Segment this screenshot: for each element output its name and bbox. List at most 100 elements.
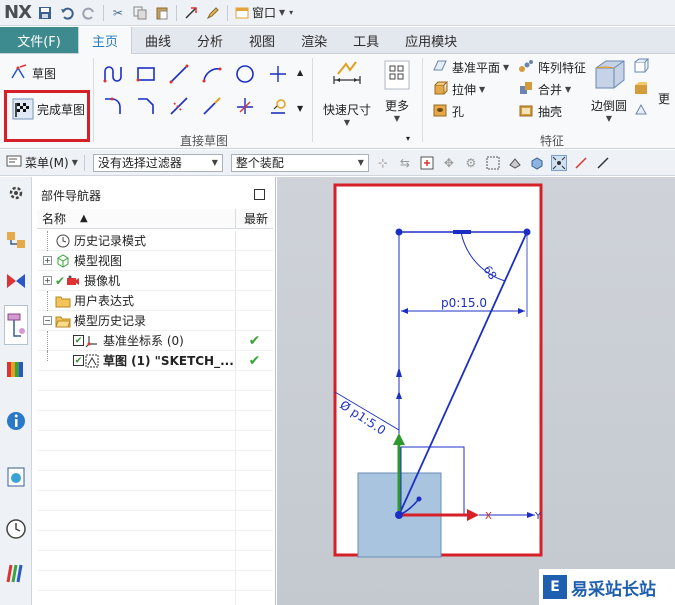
- unite-button[interactable]: 合并 ▼: [518, 80, 571, 99]
- feature-extra-icon-3[interactable]: [633, 102, 649, 118]
- tree-row-cameras[interactable]: + ✔ 摄像机: [37, 271, 273, 291]
- undo-icon[interactable]: [59, 5, 75, 21]
- more-button[interactable]: 更多 ▼: [380, 60, 414, 130]
- menu-button[interactable]: 菜单(M) ▼: [6, 154, 78, 171]
- move-icon[interactable]: ✥: [441, 155, 457, 171]
- extrude-button[interactable]: 拉伸 ▼: [432, 80, 485, 99]
- type-filter-select[interactable]: 没有选择过滤器 ▼: [92, 153, 223, 172]
- expand-icon[interactable]: +: [43, 256, 52, 265]
- visibility-checkbox[interactable]: ✔: [73, 355, 84, 366]
- assembly-navigator-icon[interactable]: [4, 229, 28, 253]
- constraint-navigator-icon[interactable]: [4, 269, 28, 293]
- more-right-label: 更: [658, 92, 671, 106]
- tree-row-datum-csys[interactable]: ✔ 基准坐标系 (0) ✔: [37, 331, 273, 351]
- graphics-window[interactable]: p0:15.0 68 Ø p1:5.0 X Y E 易采站长站: [277, 177, 675, 605]
- tree-row-model-views[interactable]: + 模型视图: [37, 251, 273, 271]
- paste-icon[interactable]: [154, 5, 170, 21]
- tab-applications[interactable]: 应用模块: [392, 27, 470, 53]
- filter-icon[interactable]: ⊹: [375, 155, 391, 171]
- tree-label: 基准坐标系 (0): [103, 334, 184, 348]
- circle-tool[interactable]: [232, 62, 258, 88]
- tab-tools[interactable]: 工具: [340, 27, 392, 53]
- redo-icon[interactable]: [81, 5, 97, 21]
- profile-tool[interactable]: [100, 62, 126, 88]
- point-tool[interactable]: [265, 62, 291, 88]
- horizontal-dimension-label[interactable]: p0:15.0: [441, 296, 487, 310]
- tab-curve[interactable]: 曲线: [132, 27, 184, 53]
- fillet-tool[interactable]: [100, 94, 126, 120]
- chamfer-tool[interactable]: [133, 94, 159, 120]
- pattern-feature-button[interactable]: 阵列特征: [518, 58, 586, 77]
- snap-point-icon[interactable]: [550, 154, 567, 171]
- solid-icon[interactable]: [507, 155, 523, 171]
- sketch-canvas: p0:15.0 68 Ø p1:5.0 X Y: [333, 183, 543, 558]
- cut-icon[interactable]: ✂: [110, 5, 126, 21]
- hole-button[interactable]: 孔: [432, 102, 464, 121]
- chevron-down-icon[interactable]: ▼: [297, 104, 303, 113]
- tree-row-history-mode[interactable]: 历史记录模式: [37, 231, 273, 251]
- tab-analysis[interactable]: 分析: [184, 27, 236, 53]
- ribbon: 草图 完成草图 ▲ ▼ 直接草图 ▾ 快速尺寸 ▼ 更多 ▼ 基准平面 ▼ 阵列…: [0, 54, 675, 149]
- curve-select-icon[interactable]: [573, 155, 589, 171]
- chevron-down-icon: ▼: [565, 85, 572, 94]
- finish-sketch-button[interactable]: 完成草图: [12, 98, 85, 120]
- selection-scope-select[interactable]: 整个装配 ▼: [230, 153, 369, 172]
- info-icon[interactable]: [4, 409, 28, 433]
- copy-icon[interactable]: [132, 5, 148, 21]
- line-tool[interactable]: [166, 62, 192, 88]
- tab-view[interactable]: 视图: [236, 27, 288, 53]
- more-right-button[interactable]: 更: [658, 90, 670, 107]
- system-materials-icon[interactable]: [4, 561, 28, 585]
- constraints-tool[interactable]: [265, 94, 291, 120]
- quick-dimension-button[interactable]: 快速尺寸 ▼: [322, 60, 372, 130]
- quick-trim-icon: [168, 95, 190, 120]
- tree-row-user-expressions[interactable]: 用户表达式: [37, 291, 273, 311]
- tree-row-sketch[interactable]: ✔ 草图 (1) "SKETCH_... ✔: [37, 351, 273, 371]
- pencil-icon[interactable]: [205, 5, 221, 21]
- quick-extend-tool[interactable]: [199, 94, 225, 120]
- feature-extra-icon-2[interactable]: [633, 80, 649, 96]
- body-icon[interactable]: [529, 155, 545, 171]
- reuse-library-icon[interactable]: [4, 357, 28, 381]
- snap-icon[interactable]: [183, 5, 199, 21]
- column-latest-header[interactable]: 最新: [236, 210, 268, 227]
- box-select-icon[interactable]: [485, 155, 501, 171]
- part-navigator-icon[interactable]: [4, 305, 28, 345]
- chevron-up-icon[interactable]: ▲: [297, 68, 303, 77]
- save-icon[interactable]: [37, 5, 53, 21]
- assembly-icon[interactable]: ⚙: [463, 155, 479, 171]
- filter-reset-icon[interactable]: ⇆: [397, 155, 413, 171]
- extrude-label: 拉伸: [452, 83, 477, 97]
- shell-button[interactable]: 抽壳: [518, 102, 562, 121]
- web-browser-icon[interactable]: [4, 465, 28, 489]
- arc-tool[interactable]: [199, 62, 225, 88]
- make-corner-tool[interactable]: [232, 94, 258, 120]
- chevron-down-icon: ▼: [343, 118, 351, 127]
- expand-icon[interactable]: +: [43, 276, 52, 285]
- tab-home[interactable]: 主页: [78, 27, 133, 54]
- tab-render[interactable]: 渲染: [288, 27, 340, 53]
- tree-label: 模型视图: [74, 254, 123, 268]
- edge-blend-button[interactable]: 边倒圆 ▼: [589, 58, 629, 130]
- rectangle-tool[interactable]: [133, 62, 159, 88]
- window-menu[interactable]: 窗口 ▼ ▾: [234, 4, 293, 21]
- visible-check-icon[interactable]: ✔: [55, 274, 65, 288]
- sketch-button[interactable]: 草图: [10, 64, 56, 82]
- tree-row-model-history[interactable]: − 模型历史记录: [37, 311, 273, 331]
- datum-plane-button[interactable]: 基准平面 ▼: [432, 58, 509, 77]
- maximize-icon[interactable]: [254, 189, 265, 200]
- visibility-checkbox[interactable]: ✔: [73, 335, 84, 346]
- curve-select-icon-2[interactable]: [595, 155, 611, 171]
- navigator-column-header: 名称 ▲ 最新: [37, 209, 273, 229]
- quick-trim-tool[interactable]: [166, 94, 192, 120]
- column-name-label: 名称: [42, 212, 67, 226]
- collapse-icon[interactable]: −: [43, 316, 52, 325]
- feature-extra-icon-1[interactable]: [633, 58, 649, 74]
- history-clock-icon[interactable]: [4, 517, 28, 541]
- settings-gear-icon[interactable]: [4, 181, 28, 205]
- chevron-down-icon: ▼: [278, 8, 286, 17]
- select-feature-icon[interactable]: [419, 155, 435, 171]
- tab-file[interactable]: 文件(F): [0, 27, 78, 53]
- column-name-header[interactable]: 名称 ▲: [37, 209, 236, 228]
- group-expand-icon[interactable]: ▾: [406, 134, 410, 143]
